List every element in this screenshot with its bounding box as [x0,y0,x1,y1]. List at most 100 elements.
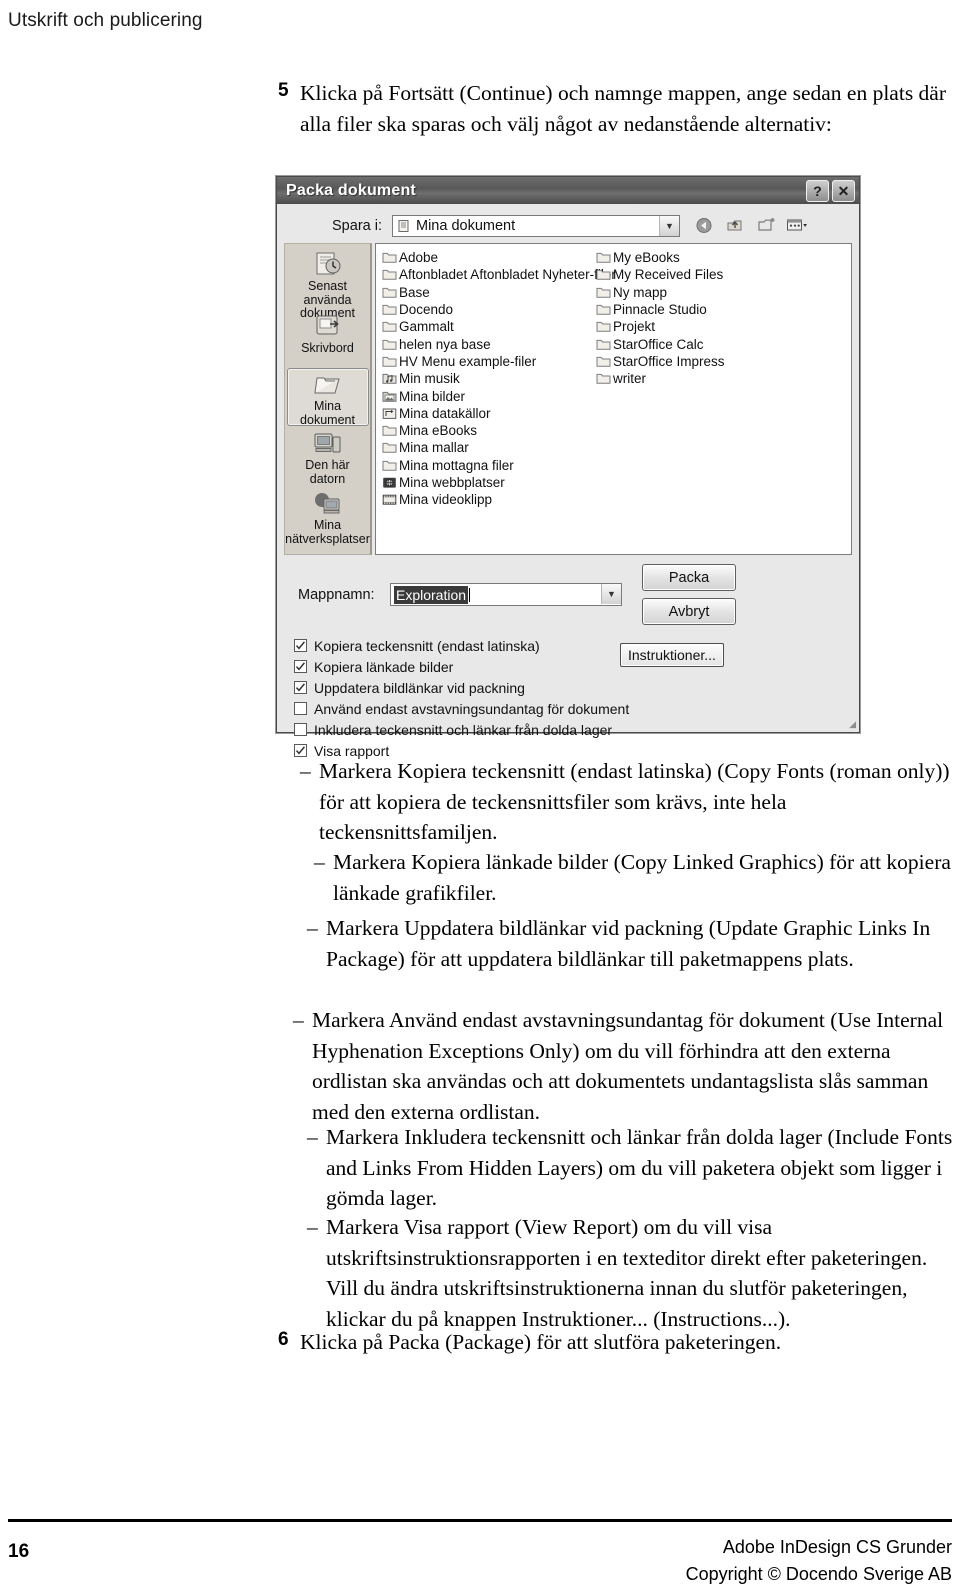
option-checkbox-row[interactable]: Använd endast avstavningsundantag för do… [294,698,852,719]
option-label: Inkludera teckensnitt och länkar från do… [314,721,613,738]
file-list-item-label: Gammalt [399,319,454,335]
my-computer-icon [311,430,345,458]
file-list-item[interactable]: HV Menu example-filer [382,353,596,370]
chevron-down-icon[interactable]: ▼ [659,215,679,236]
dialog-title: Packa dokument [286,181,416,199]
footer-rule [8,1519,952,1522]
running-head: Utskrift och publicering [8,10,203,31]
checkbox-unchecked-icon[interactable] [294,723,307,736]
text-run: Klicka på [300,1330,389,1354]
file-list-item-label: Min musik [399,371,460,387]
save-in-combobox[interactable]: Mina dokument ▼ [392,214,680,237]
options-group: Instruktioner... Kopiera teckensnitt (en… [284,635,852,761]
folder-name-value: Exploration [394,585,469,604]
checkbox-checked-icon[interactable] [294,660,307,673]
folder-icon [382,459,399,472]
checkbox-unchecked-icon[interactable] [294,702,307,715]
step-6-text: Klicka på Packa (Package) för att slutfö… [300,1327,781,1358]
place-mina-dokument[interactable]: Mina dokument [286,368,369,426]
file-list-item-label: Base [399,284,430,300]
place-skrivbord[interactable]: Skrivbord [287,308,369,366]
file-list-item[interactable]: Mina bilder [382,387,596,404]
titlebar-buttons: ? ✕ [806,180,855,202]
file-list-item-label: helen nya base [399,336,491,352]
folder-icon [596,251,613,264]
resize-grip-icon[interactable]: ◢ [849,719,856,730]
file-list-item-label: StarOffice Calc [613,336,704,352]
avbryt-button[interactable]: Avbryt [642,598,736,625]
emphasis-term: Uppdatera bildlänkar vid packning [404,916,704,940]
folder-icon [596,286,613,299]
file-list-item[interactable]: Mina videoklipp [382,491,596,508]
bullet-dash: – [293,1008,304,1032]
chevron-down-icon[interactable]: ▼ [601,584,621,604]
folder-icon [596,355,613,368]
emphasis-term: Fortsätt [388,81,455,105]
up-folder-icon[interactable] [724,216,746,236]
packa-dokument-dialog: Packa dokument ? ✕ Spara i: Mina dokumen… [276,176,860,759]
new-folder-icon[interactable] [755,216,777,236]
dialog-body: Spara i: Mina dokument ▼ Senast använda … [277,204,859,761]
folder-name-input[interactable]: Exploration ▼ [390,583,622,606]
file-list-item[interactable]: writer [596,370,776,387]
file-list-item[interactable]: Pinnacle Studio [596,301,776,318]
footer-credits: Adobe InDesign CS Grunder Copyright © Do… [686,1534,952,1588]
bullet-dash: – [307,916,318,940]
option-checkbox-row[interactable]: Kopiera länkade bilder [294,656,852,677]
file-list-column-1: Adobe Aftonbladet Aftonbladet Nyheter-fil… [382,249,616,508]
place-senast-anvanda-dokument[interactable]: Senast använda dokument [287,248,369,320]
file-list-item[interactable]: helen nya base [382,335,596,352]
file-list-item-label: HV Menu example-filer [399,353,537,369]
packa-button[interactable]: Packa [642,564,736,591]
pictures-folder-icon [382,390,399,403]
file-list-item[interactable]: Projekt [596,318,776,335]
file-list[interactable]: Adobe Aftonbladet Aftonbladet Nyheter-fil… [375,243,852,555]
checkbox-checked-icon[interactable] [294,639,307,652]
text-run: Markera [333,850,412,874]
file-list-item[interactable]: Aftonbladet Aftonbladet Nyheter-filer [382,266,616,283]
file-list-item[interactable]: Mina datakällor [382,405,596,422]
file-list-item-label: Mina mottagna filer [399,457,514,473]
dialog-titlebar[interactable]: Packa dokument ? ✕ [277,177,859,204]
file-list-item[interactable]: Ny mapp [596,284,776,301]
back-icon[interactable] [693,216,715,236]
file-list-item[interactable]: StarOffice Calc [596,335,776,352]
file-list-item[interactable]: Min musik [382,370,596,387]
save-in-row: Spara i: Mina dokument ▼ [284,212,852,239]
file-list-item[interactable]: Mina mottagna filer [382,457,596,474]
bullet-0: – Markera Kopiera teckensnitt (endast la… [300,756,960,848]
place-label: Den här datorn [305,458,350,486]
file-list-item[interactable]: Mina mallar [382,439,596,456]
text-run: (Package) för att slutföra paketeringen. [439,1330,782,1354]
option-checkbox-row[interactable]: Uppdatera bildlänkar vid packning [294,677,852,698]
file-list-item-label: Ny mapp [613,284,668,300]
step-6-number: 6 [278,1329,289,1350]
checkbox-checked-icon[interactable] [294,681,307,694]
text-caret [469,587,471,602]
file-list-item[interactable]: StarOffice Impress [596,353,776,370]
file-list-item[interactable]: My Received Files [596,266,776,283]
option-checkbox-row[interactable]: Inkludera teckensnitt och länkar från do… [294,719,852,740]
file-list-item-label: Mina webbplatser [399,475,505,490]
text-run: Markera [319,759,398,783]
help-icon[interactable]: ? [806,180,829,202]
file-list-item-label: Mina eBooks [399,423,478,439]
option-checkbox-row[interactable]: Kopiera teckensnitt (endast latinska) [294,635,852,656]
file-list-item[interactable]: Mina eBooks [382,422,596,439]
step-6: 6 Klicka på Packa (Package) för att slut… [278,1327,950,1358]
file-list-item[interactable]: Gammalt [382,318,596,335]
file-list-item-label: Mina videoklipp [399,492,493,508]
views-icon[interactable] [786,216,808,236]
file-list-item[interactable]: Adobe [382,249,596,266]
file-list-item[interactable]: Docendo [382,301,596,318]
network-places-icon [311,490,345,518]
text-run: Klicka på [300,81,389,105]
file-list-item[interactable]: Base [382,284,596,301]
place-den-har-datorn[interactable]: Den här datorn [287,428,369,486]
file-list-item-label: Pinnacle Studio [613,302,707,318]
place-mina-natverksplatser[interactable]: Mina nätverksplatser [285,488,370,546]
close-icon[interactable]: ✕ [832,180,855,202]
file-list-item[interactable]: My eBooks [596,249,776,266]
file-list-item[interactable]: Mina webbplatser [382,474,596,491]
instruktioner-button[interactable]: Instruktioner... [620,643,724,667]
